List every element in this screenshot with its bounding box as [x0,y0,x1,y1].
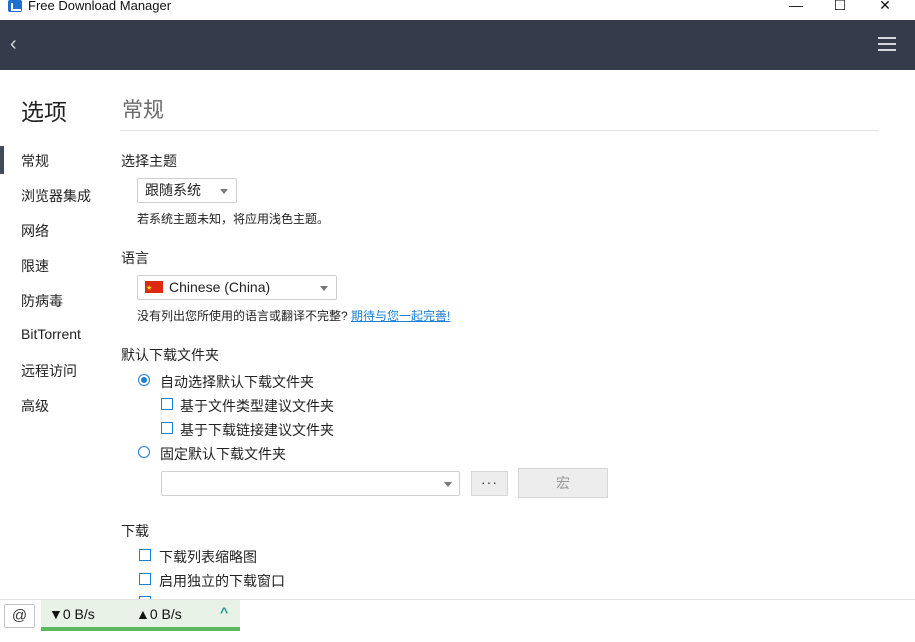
sidebar-item-speed-limit[interactable]: 限速 [21,256,49,276]
chevron-down-icon [220,189,228,194]
close-button[interactable]: ✕ [862,0,908,16]
fixed-folder-radio[interactable] [138,446,150,458]
auto-folder-label: 自动选择默认下载文件夹 [160,374,314,390]
translation-help-link[interactable]: 期待与您一起完善! [351,309,450,323]
sidebar-item-browser-integration[interactable]: 浏览器集成 [21,186,91,206]
theme-select-value: 跟随系统 [145,182,201,198]
upload-speed: ▲0 B/s [136,606,182,622]
back-button[interactable]: ‹ [10,34,30,56]
theme-hint: 若系统主题未知，将应用浅色主题。 [137,212,330,226]
separate-window-checkbox[interactable] [139,573,151,585]
china-flag-icon [145,278,163,300]
chevron-down-icon [444,482,452,487]
minimize-button[interactable]: — [773,0,819,16]
app-logo-icon [8,0,22,12]
fixed-folder-label: 固定默认下载文件夹 [160,446,286,462]
chevron-down-icon [320,286,328,291]
suggest-by-type-label: 基于文件类型建议文件夹 [180,398,334,414]
chevron-up-icon[interactable]: ^ [220,604,228,620]
window-title: Free Download Manager [28,0,172,13]
top-navbar: ‹ [0,20,915,70]
browse-folder-button[interactable]: ··· [471,471,508,496]
sidebar-active-indicator [0,146,4,174]
thumbnails-label: 下载列表缩略图 [159,549,257,565]
sidebar-item-remote-access[interactable]: 远程访问 [21,361,77,381]
maximize-button[interactable]: ☐ [817,0,863,16]
macro-button[interactable]: 宏 [518,468,608,498]
language-select[interactable]: Chinese (China) [137,275,337,300]
thumbnails-checkbox[interactable] [139,549,151,561]
title-divider [120,130,879,131]
folder-path-combobox[interactable] [161,471,460,496]
suggest-by-type-checkbox[interactable] [161,398,173,410]
speed-panel[interactable]: ▼0 B/s ▲0 B/s ^ [41,600,240,631]
suggest-by-link-label: 基于下载链接建议文件夹 [180,422,334,438]
speed-panel-accent [41,627,240,631]
downloads-section-label: 下载 [121,523,149,539]
language-hint-text: 没有列出您所使用的语言或翻译不完整? [137,309,348,323]
download-folder-section-label: 默认下载文件夹 [121,347,219,363]
hamburger-menu-icon[interactable] [878,37,896,51]
language-select-value: Chinese (China) [169,279,271,295]
window-titlebar: Free Download Manager — ☐ ✕ [0,0,915,20]
separate-window-label: 启用独立的下载窗口 [159,573,285,589]
theme-select[interactable]: 跟随系统 [137,178,237,203]
page-title: 常规 [122,99,164,122]
download-speed: ▼0 B/s [49,606,95,622]
sidebar-item-antivirus[interactable]: 防病毒 [21,291,63,311]
sidebar-item-general[interactable]: 常规 [21,151,49,171]
sidebar-item-network[interactable]: 网络 [21,221,49,241]
language-section-label: 语言 [121,250,149,266]
sidebar-item-bittorrent[interactable]: BitTorrent [21,326,81,342]
status-bar: @ ▼0 B/s ▲0 B/s ^ [0,599,915,631]
sidebar-item-advanced[interactable]: 高级 [21,396,49,416]
options-title: 选项 [21,99,67,125]
language-hint: 没有列出您所使用的语言或翻译不完整? 期待与您一起完善! [137,307,450,324]
theme-section-label: 选择主题 [121,153,177,169]
suggest-by-link-checkbox[interactable] [161,422,173,434]
snail-icon[interactable]: @ [4,604,35,628]
auto-folder-radio[interactable] [138,374,150,386]
